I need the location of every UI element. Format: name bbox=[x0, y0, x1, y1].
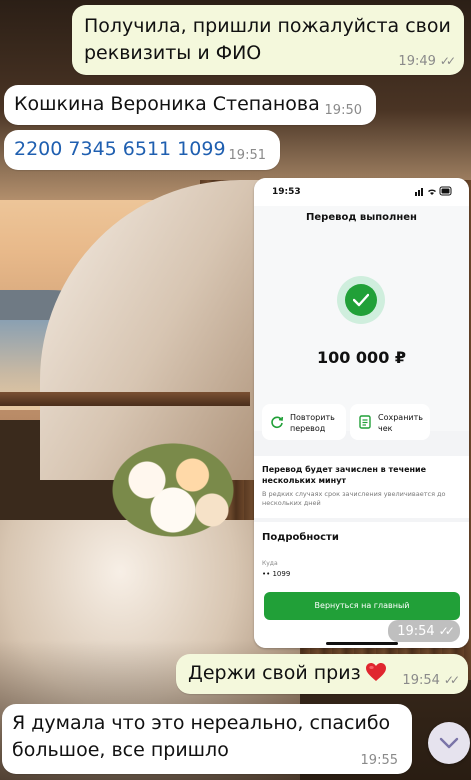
message-time: 19:54 bbox=[397, 624, 435, 639]
credit-info-card: Перевод будет зачислен в течение несколь… bbox=[254, 456, 469, 518]
message-bubble-outgoing[interactable]: Держи свой приз 19:54 ✓✓ bbox=[176, 654, 468, 694]
transfer-receipt-image[interactable]: 19:53 Перевод выполнен 100 000 ₽ Повтори… bbox=[254, 178, 469, 648]
image-meta: 19:54 ✓✓ bbox=[388, 620, 460, 642]
receipt-title: Перевод выполнен bbox=[306, 212, 417, 223]
double-check-icon: ✓✓ bbox=[443, 673, 460, 687]
double-check-icon: ✓✓ bbox=[439, 54, 456, 68]
repeat-transfer-button[interactable]: Повторить перевод bbox=[262, 404, 346, 440]
double-check-icon: ✓✓ bbox=[438, 624, 455, 638]
message-time: 19:50 bbox=[324, 103, 362, 118]
message-meta: 19:54 ✓✓ bbox=[402, 673, 460, 688]
phone-status-bar: 19:53 bbox=[254, 178, 469, 206]
chevron-down-icon bbox=[439, 737, 459, 749]
card-number-link[interactable]: 2200 7345 6511 1099 bbox=[14, 136, 226, 163]
message-time: 19:54 bbox=[402, 673, 440, 688]
repeat-icon bbox=[271, 416, 284, 429]
message-time: 19:49 bbox=[398, 54, 436, 69]
message-bubble-incoming[interactable]: Я думала что это нереально, спасибо боль… bbox=[2, 704, 412, 774]
back-to-main-button[interactable]: Вернуться на главный bbox=[264, 592, 460, 620]
message-bubble-incoming[interactable]: Кошкина Вероника Степанова 19:50 bbox=[4, 85, 376, 125]
destination-label: Куда bbox=[262, 560, 278, 567]
message-content: Держи свой приз bbox=[188, 660, 387, 687]
credit-info-subtext: В редких случаях срок зачисления увеличи… bbox=[262, 490, 446, 507]
red-heart-icon bbox=[365, 663, 386, 681]
transfer-amount: 100 000 ₽ bbox=[316, 348, 407, 367]
message-text: Кошкина Вероника Степанова bbox=[14, 93, 320, 115]
message-meta: 19:49 ✓✓ bbox=[398, 54, 456, 69]
details-heading: Подробности bbox=[262, 532, 339, 543]
signal-wifi-battery-icon bbox=[415, 186, 452, 196]
message-bubble-outgoing[interactable]: Получила, пришли пожалуйста свои реквизи… bbox=[72, 5, 464, 75]
scroll-to-bottom-button[interactable] bbox=[428, 722, 470, 764]
save-receipt-label: Сохранить чек bbox=[378, 413, 423, 433]
message-bubble-incoming[interactable]: 2200 7345 6511 1099 19:51 bbox=[4, 130, 280, 170]
credit-info-heading: Перевод будет зачислен в течение несколь… bbox=[262, 465, 427, 485]
destination-value: •• 1099 bbox=[262, 570, 291, 578]
status-clock: 19:53 bbox=[272, 187, 301, 197]
save-receipt-button[interactable]: Сохранить чек bbox=[350, 404, 430, 440]
message-text: Держи свой приз bbox=[188, 662, 361, 684]
receipt-icon bbox=[359, 415, 371, 429]
home-indicator bbox=[326, 642, 398, 645]
check-circle-icon bbox=[345, 284, 377, 316]
repeat-transfer-label: Повторить перевод bbox=[290, 413, 335, 433]
message-time: 19:55 bbox=[360, 753, 398, 768]
message-time: 19:51 bbox=[228, 148, 266, 163]
message-text: Я думала что это нереально, спасибо боль… bbox=[12, 712, 391, 761]
